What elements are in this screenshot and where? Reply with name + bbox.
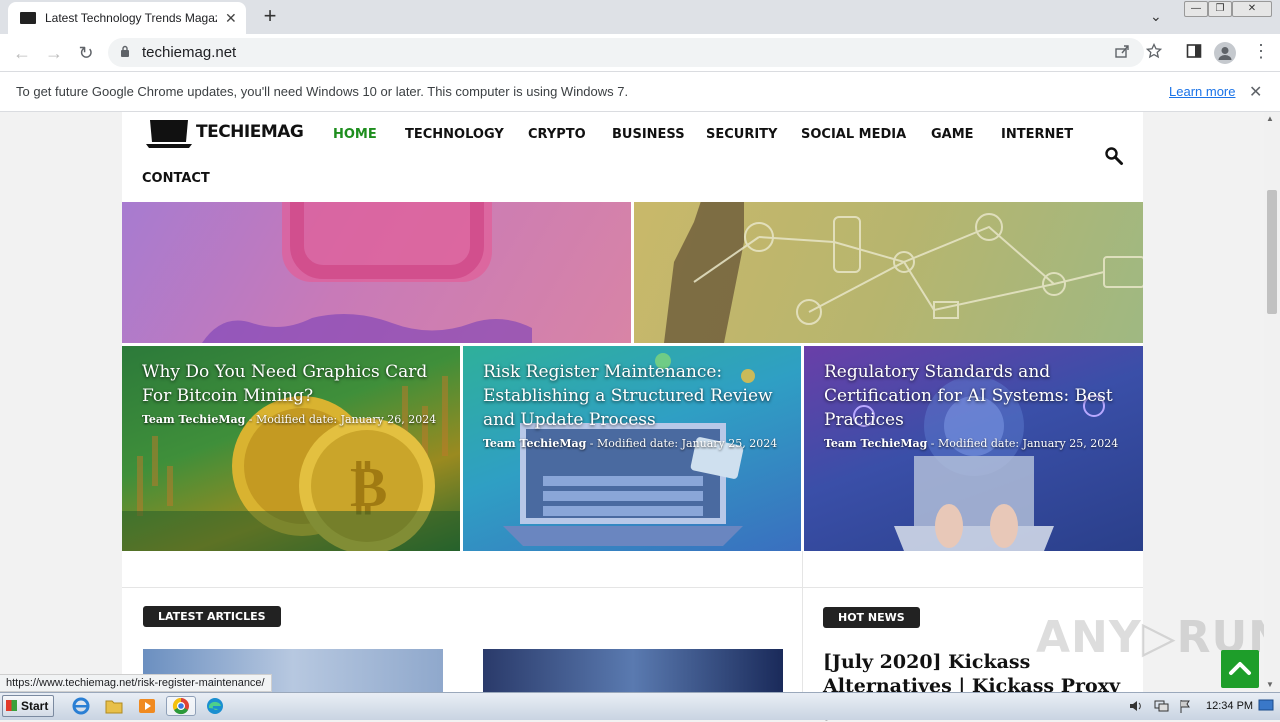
column-divider — [802, 551, 803, 692]
action-center-flag-icon[interactable] — [1178, 699, 1192, 716]
profile-avatar-icon[interactable] — [1214, 42, 1236, 64]
logo-laptop-icon[interactable] — [146, 118, 192, 150]
volume-icon[interactable] — [1128, 699, 1144, 716]
url-text[interactable]: techiemag.net — [142, 44, 236, 61]
reload-button[interactable]: ↻ — [74, 42, 98, 64]
nav-social-media[interactable]: SOCIAL MEDIA — [801, 127, 906, 142]
file-explorer-icon[interactable] — [103, 696, 125, 716]
link-status-bubble: https://www.techiemag.net/risk-register-… — [0, 674, 272, 692]
scrollbar-thumb[interactable] — [1267, 190, 1277, 314]
nav-crypto[interactable]: CRYPTO — [528, 127, 586, 142]
card-meta: Team TechieMag - Modified date: January … — [483, 437, 777, 450]
article-thumbnail[interactable] — [483, 649, 783, 692]
card-date: Modified date: January 26, 2024 — [256, 413, 437, 426]
new-tab-button[interactable]: + — [258, 4, 282, 28]
meta-separator: - — [586, 437, 598, 450]
minimize-button[interactable]: — — [1184, 1, 1208, 17]
nav-business[interactable]: BUSINESS — [612, 127, 685, 142]
search-icon[interactable] — [1104, 146, 1124, 166]
scroll-up-arrow-icon[interactable]: ▲ — [1266, 114, 1274, 123]
card-meta: Team TechieMag - Modified date: January … — [142, 413, 436, 426]
latest-articles-heading: LATEST ARTICLES — [143, 606, 281, 627]
learn-more-link[interactable]: Learn more — [1169, 84, 1235, 99]
network-icon[interactable] — [1153, 699, 1169, 716]
meta-separator: - — [245, 413, 257, 426]
nav-security[interactable]: SECURITY — [706, 127, 777, 142]
section-divider — [122, 587, 1143, 588]
side-panel-icon[interactable] — [1186, 43, 1202, 64]
card-date: Modified date: January 25, 2024 — [597, 437, 778, 450]
meta-separator: - — [927, 437, 939, 450]
back-button[interactable]: ← — [10, 42, 34, 64]
hero-image-network[interactable] — [634, 202, 1143, 343]
infobar-message: To get future Google Chrome updates, you… — [16, 84, 629, 99]
restore-button[interactable]: ❐ — [1208, 1, 1232, 17]
show-desktop-icon[interactable] — [1258, 698, 1274, 715]
chrome-taskbar-icon[interactable] — [166, 696, 196, 716]
hero-image-instagram[interactable] — [122, 202, 631, 343]
nav-internet[interactable]: INTERNET — [1001, 127, 1073, 142]
edge-icon[interactable] — [204, 696, 226, 716]
site-favicon-icon — [20, 12, 36, 24]
nav-technology[interactable]: TECHNOLOGY — [405, 127, 504, 142]
infobar-close-icon[interactable]: ✕ — [1249, 82, 1262, 102]
menu-kebab-icon[interactable]: ⋮ — [1252, 41, 1270, 62]
nav-contact[interactable]: CONTACT — [142, 171, 210, 186]
taskbar-clock[interactable]: 12:34 PM — [1206, 700, 1253, 712]
card-meta: Team TechieMag - Modified date: January … — [824, 437, 1118, 450]
scroll-down-arrow-icon[interactable]: ▼ — [1266, 680, 1274, 689]
tab-search-icon[interactable]: ⌄ — [1150, 8, 1162, 25]
browser-tab[interactable]: Latest Technology Trends Magazine ✕ — [8, 2, 246, 34]
card-title[interactable]: Regulatory Standards and Certification f… — [824, 360, 1124, 432]
nav-game[interactable]: GAME — [931, 127, 974, 142]
tab-close-icon[interactable]: ✕ — [225, 10, 237, 27]
close-window-button[interactable]: ✕ — [1232, 1, 1272, 17]
windows-logo-icon — [6, 700, 17, 711]
card-author[interactable]: Team TechieMag — [483, 437, 586, 450]
internet-explorer-icon[interactable] — [70, 696, 92, 716]
hot-news-heading: HOT NEWS — [823, 607, 920, 628]
card-title[interactable]: Risk Register Maintenance: Establishing … — [483, 360, 783, 432]
article-card-ai-regulatory[interactable]: Regulatory Standards and Certification f… — [804, 346, 1143, 551]
card-author[interactable]: Team TechieMag — [824, 437, 927, 450]
tab-title: Latest Technology Trends Magazine — [45, 11, 217, 25]
svg-text:₿: ₿ — [350, 455, 387, 520]
media-player-icon[interactable] — [136, 696, 158, 716]
article-card-risk-register[interactable]: Risk Register Maintenance: Establishing … — [463, 346, 801, 551]
site-logo-text[interactable]: TECHIEMAG — [196, 122, 304, 142]
bookmark-star-icon[interactable] — [1145, 42, 1163, 64]
forward-button[interactable]: → — [42, 42, 66, 64]
nav-home[interactable]: HOME — [333, 127, 377, 142]
address-bar[interactable] — [108, 38, 1144, 67]
card-date: Modified date: January 25, 2024 — [938, 437, 1119, 450]
lock-icon[interactable] — [120, 45, 130, 60]
article-card-bitcoin[interactable]: ₿ Why Do You Need Graphics Card For Bitc… — [122, 346, 460, 551]
card-author[interactable]: Team TechieMag — [142, 413, 245, 426]
card-title[interactable]: Why Do You Need Graphics Card For Bitcoi… — [142, 360, 442, 408]
back-to-top-button[interactable] — [1221, 650, 1259, 688]
share-icon[interactable] — [1114, 43, 1130, 64]
